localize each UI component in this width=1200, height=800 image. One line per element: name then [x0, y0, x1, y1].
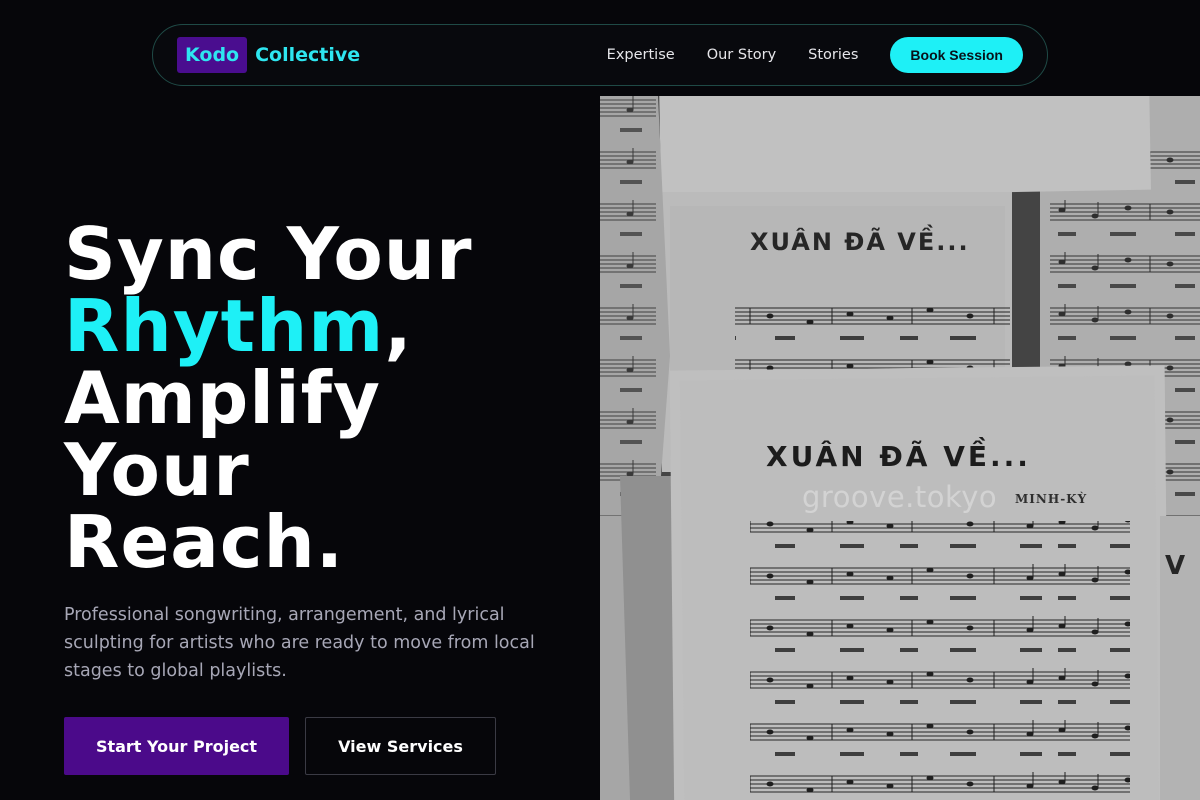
- logo-text: Collective: [255, 44, 361, 66]
- hero-title-line5: Reach.: [64, 500, 345, 584]
- nav-link-expertise[interactable]: Expertise: [607, 47, 675, 63]
- sheet-music-image: XUÂN ĐÃ VỀ... XUÂN ĐÃ VỀ... MINH-KỲ V: [600, 96, 1200, 800]
- watermark-text: groove.tokyo: [802, 480, 998, 514]
- start-project-button[interactable]: Start Your Project: [64, 717, 289, 775]
- hero-subtitle: Professional songwriting, arrangement, a…: [64, 605, 535, 681]
- nav-links: Expertise Our Story Stories Book Session: [607, 37, 1023, 73]
- logo-box: Kodo: [177, 37, 248, 73]
- view-services-button[interactable]: View Services: [305, 717, 496, 775]
- hero-title: Sync Your Rhythm, Amplify Your Reach.: [64, 218, 584, 578]
- logo[interactable]: Kodo Collective: [177, 37, 360, 73]
- top-nav: Kodo Collective Expertise Our Story Stor…: [152, 24, 1048, 86]
- landing-page: Kodo Collective Expertise Our Story Stor…: [0, 0, 1200, 800]
- nav-link-our-story[interactable]: Our Story: [707, 47, 776, 63]
- hero-title-comma: ,: [384, 284, 413, 368]
- sheet-music-collage: XUÂN ĐÃ VỀ... XUÂN ĐÃ VỀ... MINH-KỲ V: [600, 96, 1200, 800]
- book-session-button[interactable]: Book Session: [890, 37, 1023, 73]
- nav-link-stories[interactable]: Stories: [808, 47, 858, 63]
